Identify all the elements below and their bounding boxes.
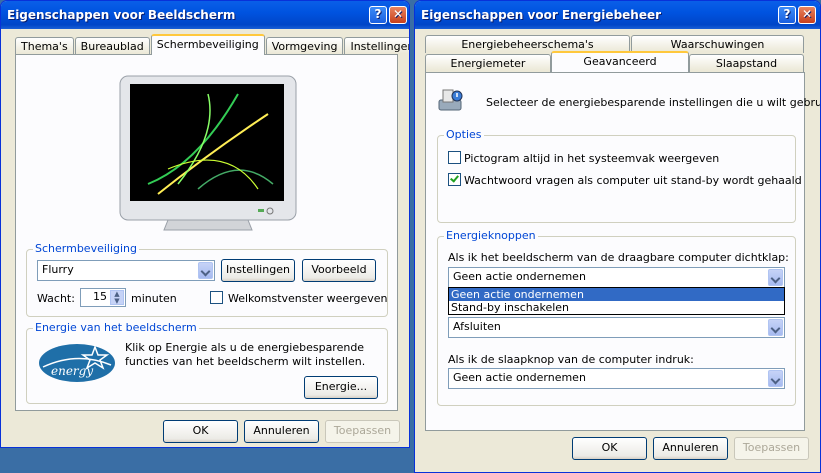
chevron-down-icon[interactable] (768, 370, 783, 387)
tab-advanced[interactable]: Geavanceerd (551, 51, 689, 72)
sleep-button-value: Geen actie ondernemen (453, 371, 586, 384)
tab-screensaver[interactable]: Schermbeveiliging (150, 34, 265, 55)
screensaver-select-value: Flurry (42, 263, 74, 276)
dropdown-option-standby[interactable]: Stand-by inschakelen (449, 301, 784, 314)
intro-text: Selecteer de energiebesparende instellin… (486, 96, 821, 109)
advanced-panel: Selecteer de energiebesparende instellin… (425, 72, 820, 431)
help-button[interactable]: ? (778, 6, 796, 24)
power-buttons-group: Energieknoppen Als ik het beeldscherm va… (437, 229, 796, 406)
energy-logo-text: energy (51, 364, 93, 378)
display-title-bar[interactable]: Eigenschappen voor Beeldscherm ? ✕ (1, 1, 409, 29)
tab-power-meter[interactable]: Energiemeter (425, 54, 551, 72)
minutes-label: minuten (131, 292, 177, 305)
power-button-select[interactable]: Afsluiten (448, 317, 785, 338)
power-button-value: Afsluiten (453, 320, 501, 333)
apply-button[interactable]: Toepassen (734, 437, 809, 460)
close-button[interactable]: ✕ (798, 6, 816, 24)
spin-arrows-icon[interactable]: ▲ ▼ (110, 290, 124, 305)
wait-spinner[interactable]: 15 ▲ ▼ (80, 288, 126, 307)
dropdown-option-no-action[interactable]: Geen actie ondernemen (449, 288, 784, 301)
ok-button[interactable]: OK (163, 420, 238, 443)
energy-group: Energie van het beeldscherm energy Klik … (26, 321, 388, 404)
tab-desktop[interactable]: Bureaublad (74, 37, 150, 55)
apply-button[interactable]: Toepassen (325, 420, 400, 443)
energy-text: Klik op Energie als u de energiebesparen… (125, 341, 366, 368)
power-title-bar[interactable]: Eigenschappen voor Energiebeheer ? ✕ (415, 1, 820, 29)
energy-button[interactable]: Energie... (304, 376, 378, 399)
close-button[interactable]: ✕ (389, 6, 407, 24)
tab-themes[interactable]: Thema's (15, 37, 74, 55)
welcome-checkbox[interactable] (210, 291, 223, 304)
sleep-label: Als ik de slaapknop van de computer indr… (448, 353, 694, 366)
wait-value: 15 (93, 290, 107, 303)
lid-action-dropdown: Geen actie ondernemen Stand-by inschakel… (448, 287, 785, 315)
lid-label: Als ik het beeldscherm van de draagbare … (448, 251, 789, 264)
sleep-button-select[interactable]: Geen actie ondernemen (448, 368, 785, 389)
help-button[interactable]: ? (369, 6, 387, 24)
tab-settings[interactable]: Instellingen (344, 37, 409, 55)
ok-button[interactable]: OK (572, 437, 647, 460)
display-window-title: Eigenschappen voor Beeldscherm (7, 8, 236, 22)
tray-icon-checkbox[interactable] (448, 151, 461, 164)
power-window-title: Eigenschappen voor Energiebeheer (421, 8, 662, 22)
settings-button[interactable]: Instellingen (221, 259, 295, 282)
screensaver-group-title: Schermbeveiliging (33, 242, 140, 255)
energy-group-title: Energie van het beeldscherm (33, 321, 199, 334)
password-checkbox[interactable] (448, 173, 461, 186)
chevron-down-icon[interactable] (768, 269, 783, 286)
checkmark-icon (450, 173, 459, 183)
cancel-button[interactable]: Annuleren (244, 420, 319, 443)
lid-action-select[interactable]: Geen actie ondernemen (448, 267, 785, 288)
preview-button[interactable]: Voorbeeld (302, 259, 376, 282)
welcome-label: Welkomstvenster weergeven (228, 292, 388, 305)
power-properties-window: Eigenschappen voor Energiebeheer ? ✕ Ene… (414, 0, 821, 473)
options-group: Opties Pictogram altijd in het systeemva… (437, 128, 802, 223)
chevron-down-icon[interactable] (198, 262, 213, 279)
password-label: Wachtwoord vragen als computer uit stand… (464, 174, 802, 187)
screensaver-group: Schermbeveiliging Flurry Instellingen Vo… (26, 242, 388, 317)
monitor-preview (118, 74, 298, 234)
screensaver-panel: Schermbeveiliging Flurry Instellingen Vo… (15, 54, 398, 411)
wait-label: Wacht: (37, 292, 75, 305)
lid-action-value: Geen actie ondernemen (453, 270, 586, 283)
tab-hibernate[interactable]: Slaapstand (689, 54, 804, 72)
power-buttons-group-title: Energieknoppen (444, 229, 538, 242)
energy-star-logo: energy (37, 341, 117, 383)
tray-icon-label: Pictogram altijd in het systeemvak weerg… (464, 152, 720, 165)
screensaver-select[interactable]: Flurry (37, 260, 215, 281)
chevron-down-icon[interactable] (768, 319, 783, 336)
options-group-title: Opties (444, 128, 484, 141)
power-settings-icon (437, 86, 465, 114)
display-properties-window: Eigenschappen voor Beeldscherm ? ✕ Thema… (0, 0, 410, 448)
cancel-button[interactable]: Annuleren (653, 437, 728, 460)
tab-appearance[interactable]: Vormgeving (265, 37, 344, 55)
